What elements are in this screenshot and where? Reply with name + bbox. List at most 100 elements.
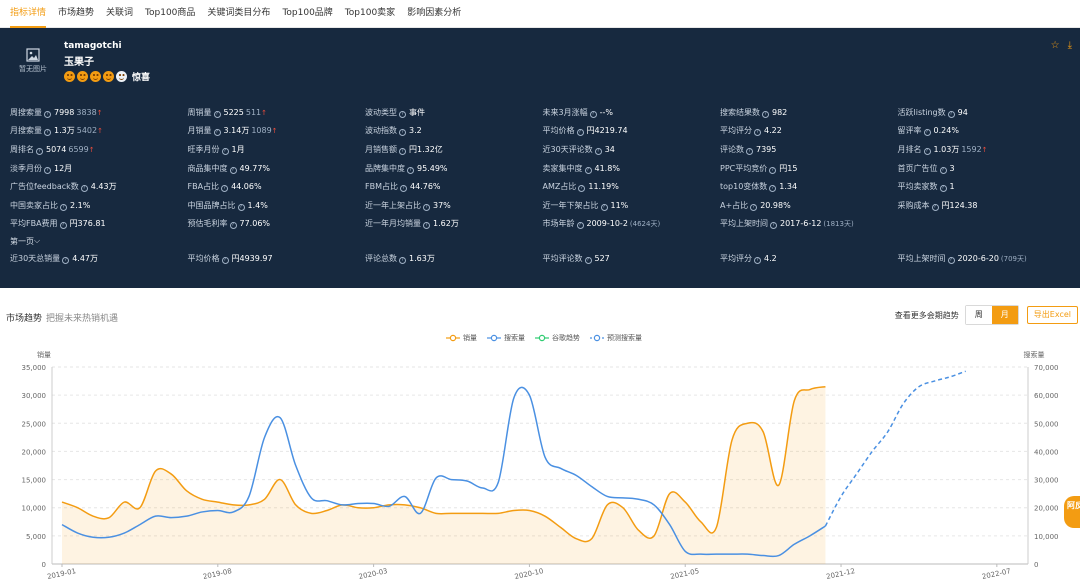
help-icon[interactable]: ? — [221, 256, 229, 264]
x-tick-label: 2022-07 — [981, 567, 1011, 581]
legend-item[interactable]: 搜索量 — [487, 333, 525, 343]
metric-value: 4.43万 — [90, 182, 117, 192]
help-icon[interactable]: ? — [939, 166, 947, 174]
help-icon[interactable]: ? — [44, 129, 51, 137]
metric-label: FBM占比 — [365, 182, 398, 192]
metric-value: 1.3万 — [54, 126, 75, 136]
metric-value: 円15 — [779, 163, 798, 173]
help-icon[interactable]: ? — [44, 166, 51, 174]
help-icon[interactable]: ? — [423, 203, 430, 211]
help-icon[interactable]: ? — [769, 166, 777, 174]
metric-cell: 波动类型? 事件 — [365, 107, 543, 118]
metric-cell: 品牌集中度? 95.49% — [365, 163, 543, 174]
help-icon[interactable]: ? — [931, 203, 939, 211]
metric-value: 1.63万 — [409, 253, 435, 263]
help-icon[interactable]: ? — [923, 147, 931, 155]
help-icon[interactable]: ? — [589, 110, 597, 118]
metric-label: 平均价格 — [542, 126, 575, 136]
help-icon[interactable]: ? — [947, 256, 955, 264]
product-title: tamagotchi — [64, 41, 122, 51]
x-tick-label: 2021-12 — [825, 567, 855, 581]
help-icon[interactable]: ? — [770, 222, 777, 230]
help-icon[interactable]: ? — [746, 147, 753, 155]
help-icon[interactable]: ? — [44, 110, 51, 118]
metric-cell: FBA占比? 44.06% — [188, 181, 366, 193]
help-icon[interactable]: ? — [59, 222, 67, 230]
help-icon[interactable]: ? — [229, 222, 237, 230]
help-icon[interactable]: ? — [407, 166, 414, 174]
help-icon[interactable]: ? — [399, 129, 406, 137]
tab-3[interactable]: Top100商品 — [145, 0, 195, 28]
metric-value: 1.4% — [247, 200, 268, 210]
metric-value: 2.1% — [70, 200, 91, 210]
help-icon[interactable]: ? — [36, 147, 43, 155]
help-icon[interactable]: ? — [769, 185, 777, 193]
help-icon[interactable]: ? — [399, 256, 406, 264]
help-icon[interactable]: ? — [80, 185, 88, 193]
more-trend-link[interactable]: 查看更多会期趋势 — [895, 310, 959, 321]
metric-label: 市场年龄 — [542, 219, 575, 229]
help-icon[interactable]: ? — [576, 222, 584, 230]
metric-label: 平均评分 — [720, 253, 752, 263]
help-icon[interactable]: ? — [594, 147, 602, 155]
help-icon[interactable]: ? — [576, 129, 584, 137]
chart-legend: 销量 搜索量 谷歌趋势 预测搜索量 — [446, 333, 652, 343]
metric-value: 1.34 — [779, 182, 798, 192]
tab-4[interactable]: 关键词类目分布 — [207, 0, 270, 28]
help-icon[interactable]: ? — [221, 147, 229, 155]
help-icon[interactable]: ? — [237, 203, 245, 211]
metric-value: 2009-10-2 — [586, 219, 628, 229]
week-button[interactable]: 周 — [965, 306, 992, 324]
help-icon[interactable]: ? — [213, 129, 221, 137]
metric-label: 平均评论数 — [542, 253, 583, 263]
star-icon[interactable]: ☆ — [1051, 40, 1060, 51]
page-toggle[interactable]: 第一页 ⌵ — [10, 233, 1075, 249]
help-icon[interactable]: ? — [754, 256, 761, 264]
help-icon[interactable]: ? — [423, 222, 430, 230]
metric-row: 月搜索量? 1.3万 5402↑ 月销量? 3.14万 1089↑ 波动指数? 3.2 平均价格… — [10, 122, 1075, 141]
legend-item[interactable]: 销量 — [446, 333, 477, 343]
tab-0[interactable]: 指标详情 — [10, 0, 47, 28]
help-icon[interactable]: ? — [584, 166, 592, 174]
y-tick-right: 70,000 — [1034, 364, 1059, 372]
legend-item[interactable]: 谷歌趋势 — [535, 333, 580, 343]
help-icon[interactable]: ? — [754, 129, 761, 137]
help-icon[interactable]: ? — [939, 185, 947, 193]
help-icon[interactable]: ? — [62, 256, 70, 264]
help-icon[interactable]: ? — [213, 110, 221, 118]
download-icon[interactable]: ⤓ — [1068, 40, 1072, 51]
tab-1[interactable]: 市场趋势 — [58, 0, 94, 28]
metric-value: 円376.81 — [69, 219, 106, 229]
forecast-line — [824, 370, 966, 527]
tab-7[interactable]: 影响因素分析 — [407, 0, 461, 28]
help-icon[interactable]: ? — [399, 110, 406, 118]
month-button[interactable]: 月 — [991, 306, 1018, 324]
help-icon[interactable]: ? — [923, 129, 931, 137]
metric-value: 37% — [433, 200, 451, 210]
tab-5[interactable]: Top100品牌 — [282, 0, 332, 28]
tab-6[interactable]: Top100卖家 — [345, 0, 395, 28]
metric-label: 近30天评论数 — [542, 144, 593, 154]
metric-label: 月搜索量 — [10, 126, 42, 136]
help-icon[interactable]: ? — [578, 185, 586, 193]
metric-value: 7998 — [54, 107, 75, 117]
help-icon[interactable]: ? — [947, 110, 955, 118]
help-icon[interactable]: ? — [400, 185, 407, 193]
metric-cell: 月搜索量? 1.3万 5402↑ — [10, 125, 188, 137]
metric-cell: 采购成本? 円124.38 — [898, 200, 1076, 211]
help-icon[interactable]: ? — [584, 256, 592, 264]
y-tick-left: 0 — [42, 561, 46, 569]
metric-cell: 中国品牌占比? 1.4% — [188, 200, 366, 211]
export-excel-button[interactable]: 导出Excel — [1026, 306, 1078, 324]
floating-help-badge[interactable]: 阿反 — [1064, 496, 1080, 528]
legend-item[interactable]: 预测搜索量 — [590, 333, 642, 343]
help-icon[interactable]: ? — [399, 147, 406, 155]
help-icon[interactable]: ? — [60, 203, 67, 211]
help-icon[interactable]: ? — [229, 166, 237, 174]
help-icon[interactable]: ? — [762, 110, 769, 118]
tab-2[interactable]: 关联词 — [106, 0, 133, 28]
help-icon[interactable]: ? — [600, 203, 608, 211]
metric-label: 周销量 — [187, 107, 212, 117]
help-icon[interactable]: ? — [221, 185, 229, 193]
help-icon[interactable]: ? — [750, 203, 758, 211]
